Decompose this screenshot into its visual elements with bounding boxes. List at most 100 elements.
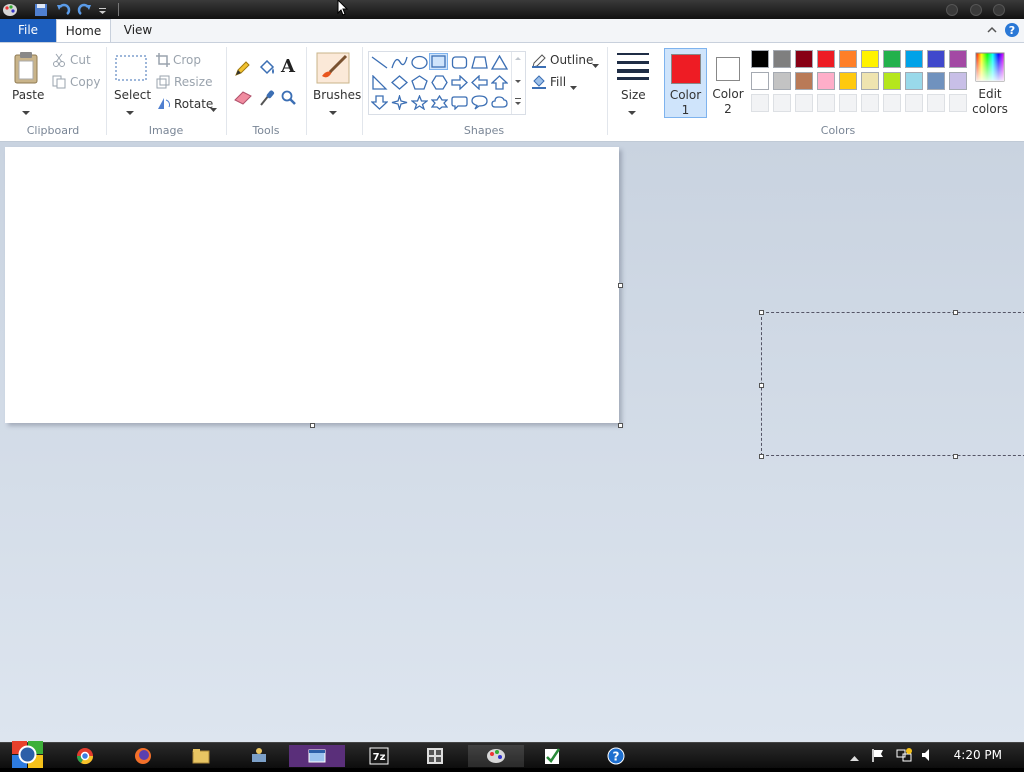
palette-color-swatch[interactable] xyxy=(817,50,835,68)
palette-color-swatch[interactable] xyxy=(905,50,923,68)
palette-color-swatch[interactable] xyxy=(751,50,769,68)
start-button[interactable] xyxy=(10,739,44,772)
rotate-icon[interactable] xyxy=(156,96,170,113)
select-icon[interactable] xyxy=(115,55,147,84)
tab-view[interactable]: View xyxy=(114,19,162,42)
paste-icon[interactable] xyxy=(12,51,42,88)
drawing-canvas[interactable] xyxy=(5,147,619,423)
left-arrow-shape-icon[interactable] xyxy=(471,75,488,90)
curve-shape-icon[interactable] xyxy=(391,55,408,70)
action-center-flag-icon[interactable] xyxy=(871,748,885,766)
oval-callout-shape-icon[interactable] xyxy=(471,95,488,110)
taskbar-network-app[interactable] xyxy=(231,745,287,767)
edit-colors-button[interactable]: Edit colors xyxy=(970,48,1010,118)
custom-color-slot[interactable] xyxy=(861,94,879,112)
canvas-resize-handle-bottom[interactable] xyxy=(310,423,315,428)
minimize-ribbon-icon[interactable] xyxy=(986,24,998,38)
selection-handle[interactable] xyxy=(953,310,958,315)
cloud-callout-shape-icon[interactable] xyxy=(491,95,508,110)
color-picker-icon[interactable] xyxy=(259,89,275,110)
palette-color-swatch[interactable] xyxy=(949,50,967,68)
palette-color-swatch[interactable] xyxy=(773,50,791,68)
palette-color-swatch[interactable] xyxy=(795,50,813,68)
diamond-shape-icon[interactable] xyxy=(391,75,408,90)
size-button[interactable]: Size xyxy=(621,88,646,102)
custom-color-slot[interactable] xyxy=(839,94,857,112)
custom-color-slot[interactable] xyxy=(817,94,835,112)
brushes-button[interactable]: Brushes xyxy=(313,88,361,102)
selection-handle[interactable] xyxy=(953,454,958,459)
select-button[interactable]: Select xyxy=(114,88,151,102)
palette-color-swatch[interactable] xyxy=(817,72,835,90)
paste-dropdown-icon[interactable] xyxy=(22,105,30,119)
copy-button[interactable]: Copy xyxy=(70,75,100,89)
close-button[interactable] xyxy=(993,4,1005,16)
down-arrow-shape-icon[interactable] xyxy=(371,95,388,110)
taskbar-chrome[interactable] xyxy=(57,745,113,767)
color2-button[interactable]: Color 2 xyxy=(708,48,748,118)
palette-color-swatch[interactable] xyxy=(839,72,857,90)
taskbar-clock[interactable]: 4:20 PM xyxy=(954,748,1002,762)
rotate-button[interactable]: Rotate xyxy=(174,97,213,111)
right-triangle-shape-icon[interactable] xyxy=(371,75,388,90)
network-icon[interactable] xyxy=(896,747,912,766)
taskbar-calculator[interactable] xyxy=(407,745,463,767)
custom-color-slot[interactable] xyxy=(773,94,791,112)
palette-color-swatch[interactable] xyxy=(927,72,945,90)
polygon-shape-icon[interactable] xyxy=(471,55,488,70)
six-point-star-shape-icon[interactable] xyxy=(431,95,448,110)
palette-color-swatch[interactable] xyxy=(861,72,879,90)
magnifier-icon[interactable] xyxy=(281,90,297,109)
palette-color-swatch[interactable] xyxy=(927,50,945,68)
paint-app-icon[interactable] xyxy=(2,2,18,17)
custom-color-slot[interactable] xyxy=(927,94,945,112)
brushes-icon[interactable] xyxy=(316,52,350,87)
cut-button[interactable]: Cut xyxy=(70,53,91,67)
customize-toolbar-icon[interactable] xyxy=(98,2,114,17)
oval-shape-icon[interactable] xyxy=(411,55,428,70)
undo-icon[interactable] xyxy=(55,2,71,17)
fill-bucket-icon[interactable] xyxy=(258,59,276,79)
tab-file[interactable]: File xyxy=(0,19,56,42)
show-hidden-icons-icon[interactable] xyxy=(850,751,859,765)
palette-color-swatch[interactable] xyxy=(861,50,879,68)
save-icon[interactable] xyxy=(33,2,49,17)
palette-color-swatch[interactable] xyxy=(905,72,923,90)
selection-handle[interactable] xyxy=(759,383,764,388)
selection-handle[interactable] xyxy=(759,310,764,315)
palette-color-swatch[interactable] xyxy=(773,72,791,90)
text-tool-icon[interactable]: A xyxy=(281,56,295,77)
tab-home[interactable]: Home xyxy=(56,19,111,42)
taskbar-paint[interactable] xyxy=(468,745,524,767)
right-arrow-shape-icon[interactable] xyxy=(451,75,468,90)
rotate-dropdown-icon[interactable] xyxy=(210,102,217,116)
palette-color-swatch[interactable] xyxy=(883,50,901,68)
brushes-dropdown-icon[interactable] xyxy=(329,105,337,119)
help-icon[interactable]: ? xyxy=(1004,22,1020,41)
rounded-callout-shape-icon[interactable] xyxy=(451,95,468,110)
shape-selection-box[interactable] xyxy=(761,312,1024,456)
resize-button[interactable]: Resize xyxy=(174,75,212,89)
palette-color-swatch[interactable] xyxy=(949,72,967,90)
taskbar-help[interactable]: ? xyxy=(588,745,644,767)
custom-color-slot[interactable] xyxy=(751,94,769,112)
palette-color-swatch[interactable] xyxy=(751,72,769,90)
select-dropdown-icon[interactable] xyxy=(126,105,134,119)
custom-color-slot[interactable] xyxy=(795,94,813,112)
taskbar-task-app[interactable] xyxy=(524,745,580,767)
taskbar-window-app[interactable] xyxy=(289,745,345,767)
taskbar-file-explorer[interactable] xyxy=(173,745,229,767)
pentagon-shape-icon[interactable] xyxy=(411,75,428,90)
five-point-star-shape-icon[interactable] xyxy=(411,95,428,110)
taskbar-7zip[interactable]: 7z xyxy=(351,745,407,767)
palette-color-swatch[interactable] xyxy=(839,50,857,68)
taskbar-firefox[interactable] xyxy=(115,745,171,767)
canvas-resize-handle-corner[interactable] xyxy=(618,423,623,428)
fill-button[interactable]: Fill xyxy=(550,75,566,89)
four-point-star-shape-icon[interactable] xyxy=(391,95,408,110)
up-arrow-shape-icon[interactable] xyxy=(491,75,508,90)
pencil-icon[interactable] xyxy=(234,61,250,80)
custom-color-slot[interactable] xyxy=(883,94,901,112)
crop-button[interactable]: Crop xyxy=(173,53,201,67)
fill-dropdown-icon[interactable] xyxy=(570,80,577,94)
